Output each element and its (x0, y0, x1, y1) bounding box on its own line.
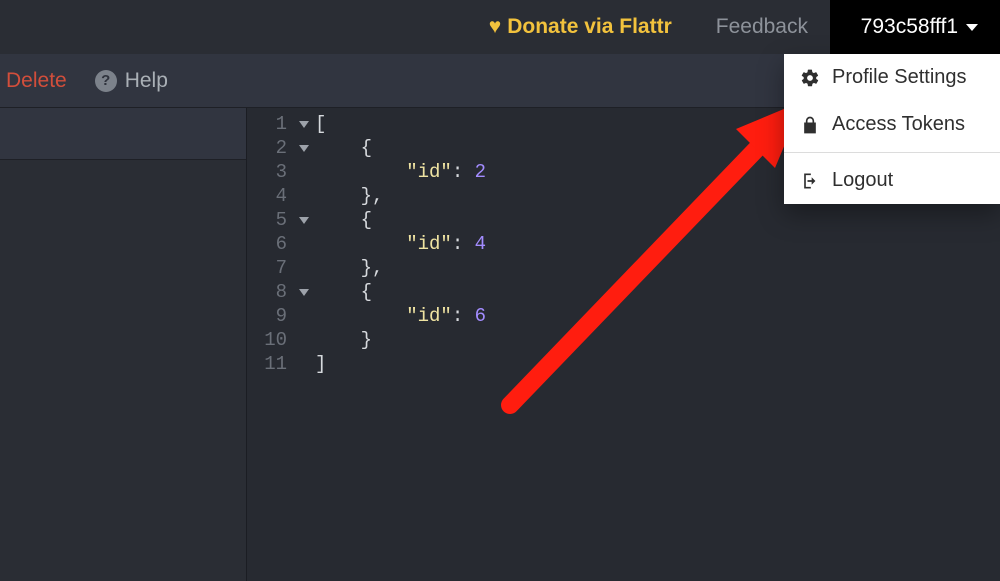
help-label: Help (125, 69, 168, 93)
heart-icon: ♥ (489, 15, 501, 39)
topbar: ♥ Donate via Flattr Feedback 793c58fff1 (0, 0, 1000, 54)
feedback-label: Feedback (716, 15, 808, 39)
fold-icon[interactable] (299, 121, 309, 128)
donate-label: Donate via Flattr (507, 15, 672, 39)
line-number: 2 (247, 136, 287, 160)
tok-key: "id" (406, 305, 452, 327)
tok-colon: : (452, 305, 475, 327)
gear-icon (800, 68, 820, 88)
fold-icon[interactable] (299, 289, 309, 296)
line-number: 3 (247, 160, 287, 184)
left-pane (0, 108, 246, 581)
chevron-down-icon (966, 24, 978, 31)
user-dropdown: Profile Settings Access Tokens Logout (784, 54, 1000, 204)
line-number: 6 (247, 232, 287, 256)
editor-gutter-line-numbers: 1 2 3 4 5 6 7 8 9 10 11 (247, 112, 293, 376)
line-number: 5 (247, 208, 287, 232)
tok-number: 4 (475, 233, 486, 255)
tok-bracket-close: ] (315, 353, 326, 375)
menu-item-label: Profile Settings (832, 66, 967, 89)
tok-brace-open: { (361, 209, 372, 231)
tok-colon: : (452, 161, 475, 183)
lock-icon (800, 115, 820, 135)
menu-separator (784, 152, 1000, 153)
line-number: 1 (247, 112, 287, 136)
fold-icon[interactable] (299, 217, 309, 224)
editor-code[interactable]: [ { "id": 2 }, { "id": 4 }, { "id": 6 } … (315, 112, 486, 376)
line-number: 11 (247, 352, 287, 376)
menu-item-logout[interactable]: Logout (784, 157, 1000, 204)
delete-button[interactable]: Delete (6, 69, 67, 93)
line-number: 10 (247, 328, 287, 352)
tok-colon: : (452, 233, 475, 255)
fold-icon[interactable] (299, 145, 309, 152)
menu-item-profile-settings[interactable]: Profile Settings (784, 54, 1000, 101)
donate-link[interactable]: ♥ Donate via Flattr (467, 0, 694, 54)
tok-brace-open: { (361, 281, 372, 303)
question-icon: ? (95, 70, 117, 92)
line-number: 7 (247, 256, 287, 280)
tok-number: 2 (475, 161, 486, 183)
help-button[interactable]: ? Help (95, 69, 168, 93)
user-label: 793c58fff1 (861, 15, 958, 39)
logout-icon (800, 171, 820, 191)
menu-item-label: Access Tokens (832, 113, 965, 136)
tok-key: "id" (406, 233, 452, 255)
tok-brace-close: }, (361, 257, 384, 279)
left-pane-strip (0, 108, 246, 160)
line-number: 4 (247, 184, 287, 208)
tok-brace-close: } (361, 329, 372, 351)
tok-bracket-open: [ (315, 113, 326, 135)
line-number: 8 (247, 280, 287, 304)
tok-key: "id" (406, 161, 452, 183)
user-menu-button[interactable]: 793c58fff1 (830, 0, 1000, 54)
line-number: 9 (247, 304, 287, 328)
tok-brace-close: }, (361, 185, 384, 207)
feedback-link[interactable]: Feedback (694, 0, 830, 54)
tok-brace-open: { (361, 137, 372, 159)
menu-item-label: Logout (832, 169, 893, 192)
editor-gutter-fold (293, 112, 315, 376)
menu-item-access-tokens[interactable]: Access Tokens (784, 101, 1000, 148)
tok-number: 6 (475, 305, 486, 327)
